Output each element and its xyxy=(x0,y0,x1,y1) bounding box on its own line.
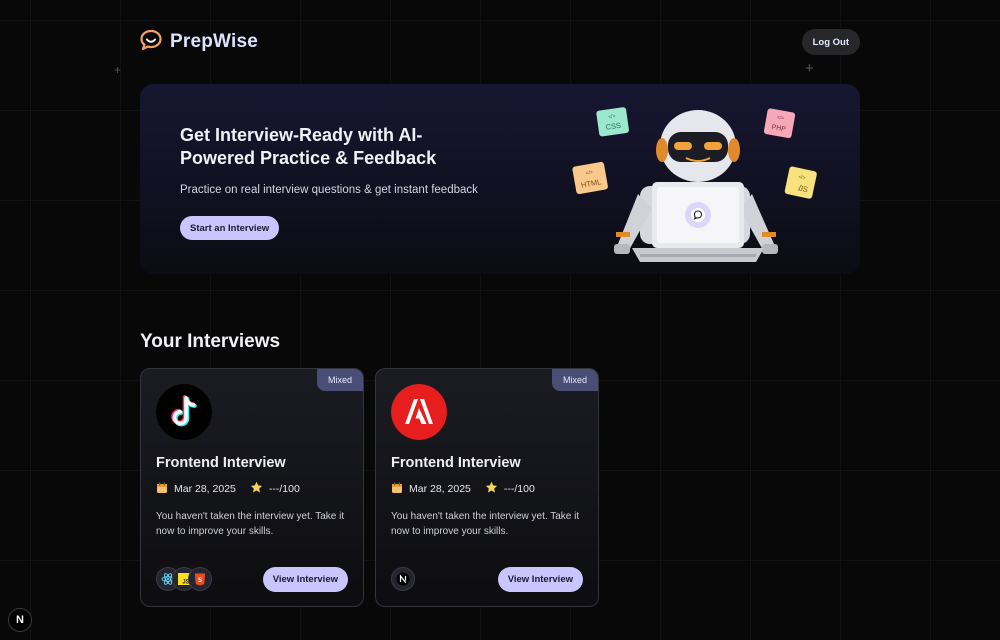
interview-score: ---/100 xyxy=(503,483,535,495)
interview-description: You haven't taken the interview yet. Tak… xyxy=(391,511,580,537)
logout-button[interactable]: Log Out xyxy=(801,29,860,55)
tiktok-logo-icon xyxy=(156,384,212,440)
top-navbar: PrepWise Log Out xyxy=(139,29,860,55)
svg-text:</>: </> xyxy=(585,169,593,176)
tech-stack-icons xyxy=(391,567,415,591)
view-interview-button[interactable]: View Interview xyxy=(262,567,348,592)
html5-icon: 5 xyxy=(188,567,212,591)
adobe-logo-icon xyxy=(391,384,447,440)
section-title: Your Interviews xyxy=(140,331,281,352)
interview-date: Mar 28, 2025 xyxy=(409,483,471,495)
interview-type-badge: Mixed xyxy=(551,369,598,391)
star-icon xyxy=(485,481,498,497)
robot-illustration: </> CSS </> PHP </> HTML </> / JS xyxy=(572,107,817,262)
hero-subtitle: Practice on real interview questions & g… xyxy=(180,184,478,196)
calendar-icon xyxy=(156,482,168,497)
interview-meta: Mar 28, 2025 ---/100 xyxy=(156,481,300,497)
svg-text:JS: JS xyxy=(798,184,808,195)
interview-card: Mixed Frontend Interview Mar 28, 2025 --… xyxy=(375,368,599,607)
brand-link[interactable]: PrepWise xyxy=(139,29,258,56)
hero-cta-card: Get Interview-Ready with AI-Powered Prac… xyxy=(140,84,860,274)
interview-title: Frontend Interview xyxy=(156,455,286,471)
js-sticker-icon: </> / JS xyxy=(784,166,817,199)
brand-name: PrepWise xyxy=(170,31,259,52)
php-sticker-icon: </> PHP xyxy=(763,108,796,138)
interview-type-badge: Mixed xyxy=(316,369,363,391)
interview-meta: Mar 28, 2025 ---/100 xyxy=(391,481,535,497)
nextjs-icon xyxy=(391,567,415,591)
nextjs-dev-indicator[interactable]: N xyxy=(8,608,32,632)
interview-date: Mar 28, 2025 xyxy=(174,483,236,495)
calendar-icon xyxy=(391,482,403,497)
interview-description: You haven't taken the interview yet. Tak… xyxy=(156,511,345,537)
view-interview-button[interactable]: View Interview xyxy=(497,567,583,592)
css-sticker-icon: </> CSS xyxy=(596,107,629,137)
star-icon xyxy=(250,481,263,497)
interview-score: ---/100 xyxy=(268,483,300,495)
html-sticker-icon: </> HTML xyxy=(572,161,608,195)
svg-text:</>: </> xyxy=(776,115,784,122)
chat-bubble-logo-icon xyxy=(139,29,163,56)
svg-text:</>: </> xyxy=(608,113,616,120)
hero-title: Get Interview-Ready with AI-Powered Prac… xyxy=(180,125,437,168)
grid-plus-marker: + xyxy=(114,63,122,77)
svg-text:5: 5 xyxy=(198,577,202,584)
interview-title: Frontend Interview xyxy=(391,455,521,471)
start-interview-button[interactable]: Start an Interview xyxy=(180,216,280,240)
tech-stack-icons: JS 5 xyxy=(156,567,212,591)
grid-plus-marker: + xyxy=(805,60,814,77)
interview-card: Mixed Frontend Interview Mar 28, 2025 --… xyxy=(140,368,364,607)
